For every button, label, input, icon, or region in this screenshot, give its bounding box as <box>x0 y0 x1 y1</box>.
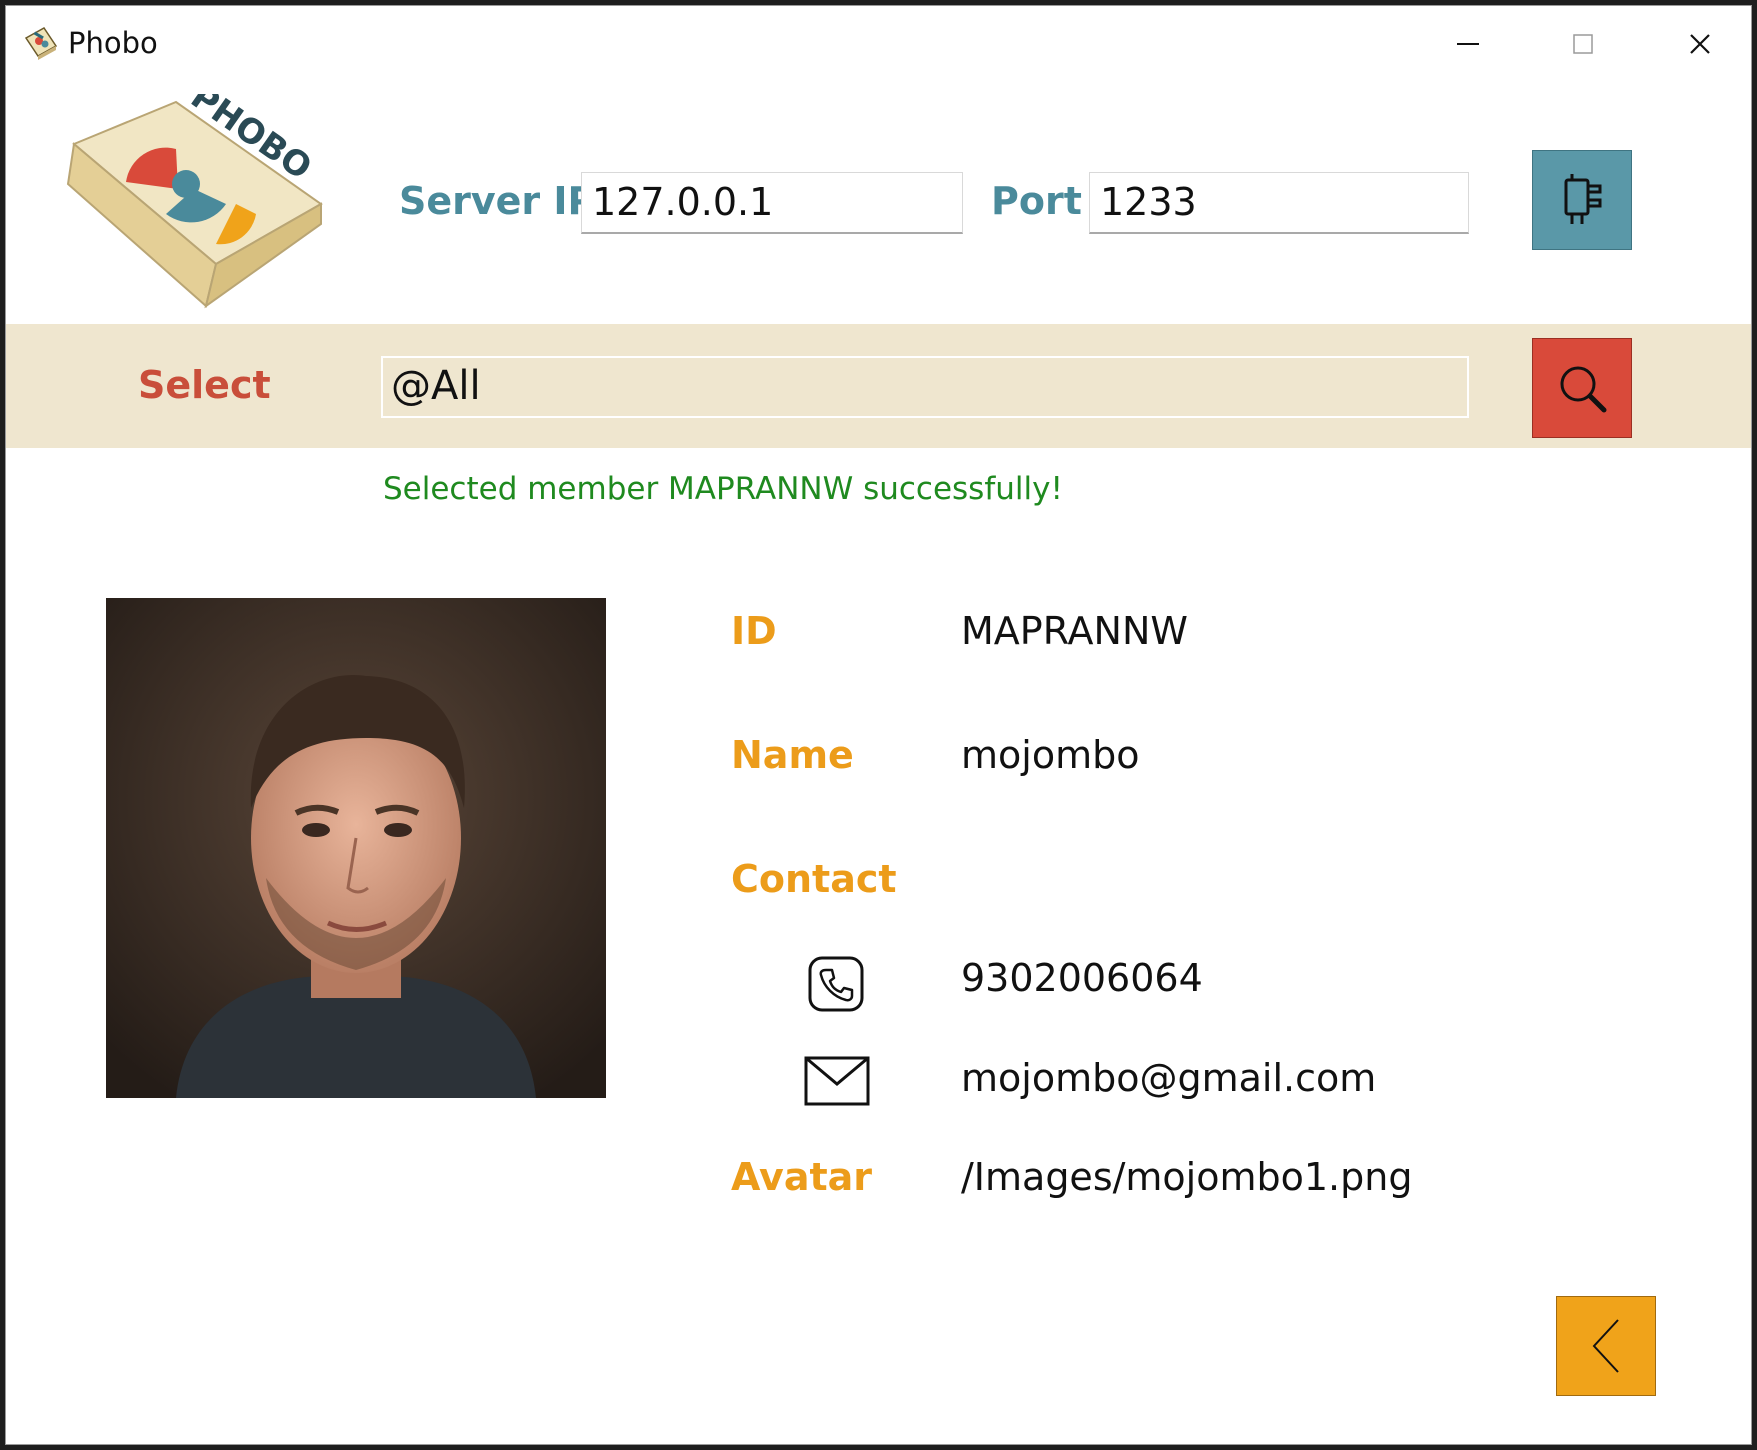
member-avatar-image <box>106 598 606 1098</box>
title-bar[interactable]: Phobo <box>6 6 1751 78</box>
app-icon <box>22 24 60 62</box>
select-input[interactable]: @All <box>381 356 1469 418</box>
port-input[interactable]: 1233 <box>1089 172 1469 234</box>
phone-value: 9302006064 <box>961 956 1203 1000</box>
minimize-icon <box>1457 43 1479 45</box>
close-button[interactable] <box>1670 22 1730 66</box>
id-label: ID <box>731 609 777 653</box>
plug-icon <box>1564 174 1602 224</box>
chevron-left-icon <box>1592 1319 1619 1373</box>
email-icon <box>804 1056 870 1110</box>
name-value: mojombo <box>961 733 1140 777</box>
status-message: Selected member MAPRANNW successfully! <box>383 471 1063 507</box>
app-window: Phobo PHOBO Server IP 127.0.0.1 Port 123… <box>5 5 1752 1445</box>
search-icon <box>1560 366 1607 413</box>
server-ip-label: Server IP <box>399 179 596 223</box>
phobo-logo: PHOBO <box>66 77 326 309</box>
close-icon <box>1690 34 1710 54</box>
maximize-icon <box>1573 34 1593 54</box>
select-label: Select <box>138 363 271 407</box>
phone-icon <box>808 956 864 1016</box>
minimize-button[interactable] <box>1438 22 1498 66</box>
email-value: mojombo@gmail.com <box>961 1056 1377 1100</box>
search-button[interactable] <box>1532 338 1632 438</box>
connect-button[interactable] <box>1532 150 1632 250</box>
server-ip-input[interactable]: 127.0.0.1 <box>581 172 963 234</box>
contact-label: Contact <box>731 857 897 901</box>
avatar-label: Avatar <box>731 1155 873 1199</box>
name-label: Name <box>731 733 854 777</box>
window-title: Phobo <box>68 26 158 60</box>
id-value: MAPRANNW <box>961 609 1188 653</box>
back-button[interactable] <box>1556 1296 1656 1396</box>
avatar-path-value: /Images/mojombo1.png <box>961 1155 1413 1199</box>
maximize-button[interactable] <box>1553 22 1613 66</box>
port-label: Port <box>991 179 1082 223</box>
